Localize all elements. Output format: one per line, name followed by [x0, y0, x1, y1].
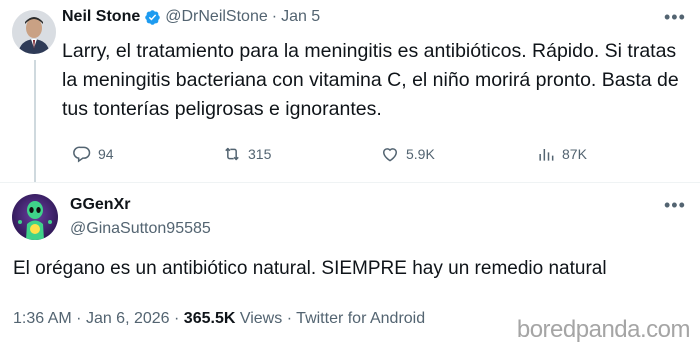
reply-icon — [73, 146, 91, 163]
verified-badge-icon — [144, 9, 161, 26]
views-button[interactable]: 87K — [536, 144, 587, 164]
tweet1-separator: · — [271, 8, 278, 25]
tweet1-handle[interactable]: @DrNeilStone — [165, 8, 268, 26]
retweet-icon — [225, 147, 239, 161]
thread-line — [34, 60, 36, 182]
tweet1-header: Neil Stone @DrNeilStone · Jan 5 — [62, 8, 320, 26]
more-options-icon[interactable]: ••• — [664, 196, 686, 214]
tweet2-views-count: 365.5K — [183, 310, 236, 327]
tweet2-meta: 1:36 AM · Jan 6, 2026 · 365.5K Views · T… — [13, 310, 425, 328]
tweet-divider — [0, 182, 700, 183]
avatar-alien-illustration — [12, 194, 58, 240]
retweet-button[interactable]: 315 — [222, 144, 271, 164]
tweet2-name-row: GGenXr — [70, 196, 130, 214]
avatar-neil-stone[interactable] — [12, 10, 56, 54]
meta-separator: · — [174, 310, 180, 327]
tweet2-display-name[interactable]: GGenXr — [70, 196, 130, 214]
views-count: 87K — [562, 146, 587, 162]
tweet1-text: Larry, el tratamiento para la meningitis… — [62, 40, 679, 120]
like-count: 5.9K — [406, 146, 435, 162]
tweet2-time[interactable]: 1:36 AM — [13, 310, 72, 327]
like-button[interactable]: 5.9K — [380, 144, 435, 164]
meta-separator: · — [76, 310, 82, 327]
heart-icon — [382, 148, 398, 162]
analytics-icon — [539, 149, 554, 161]
meta-separator: · — [286, 310, 293, 327]
watermark-logo: boredpanda.com — [516, 316, 691, 343]
tweet2-date[interactable]: Jan 6, 2026 — [86, 310, 170, 327]
retweet-count: 315 — [248, 146, 272, 162]
tweet2-handle[interactable]: @GinaSutton95585 — [70, 220, 211, 238]
tweet2-client: Twitter for Android — [296, 310, 426, 327]
tweet1-date[interactable]: Jan 5 — [281, 8, 320, 26]
tweet2-handle-row: @GinaSutton95585 — [70, 220, 211, 238]
tweet1-display-name[interactable]: Neil Stone — [62, 8, 140, 26]
tweet2-views-label: Views — [239, 310, 283, 327]
reply-count: 94 — [98, 146, 114, 162]
avatar-ggenxr[interactable] — [12, 194, 58, 240]
reply-button[interactable]: 94 — [72, 144, 114, 164]
tweet2-text: El orégano es un antibiótico natural. SI… — [13, 258, 607, 279]
avatar-photo — [12, 10, 56, 54]
tweet1-action-bar: 94 315 5.9K 87K — [62, 144, 622, 168]
more-options-icon[interactable]: ••• — [664, 8, 686, 26]
